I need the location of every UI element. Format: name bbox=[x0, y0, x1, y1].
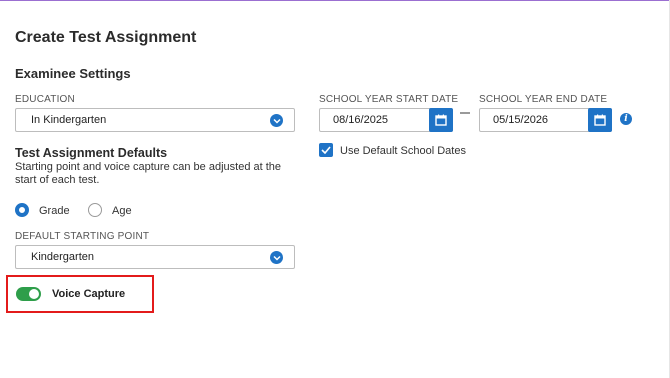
voice-capture-toggle[interactable] bbox=[16, 287, 41, 301]
calendar-icon bbox=[435, 114, 447, 126]
start-date-label: SCHOOL YEAR START DATE bbox=[319, 94, 459, 105]
end-date-label: SCHOOL YEAR END DATE bbox=[479, 94, 608, 105]
voice-capture-label: Voice Capture bbox=[52, 288, 126, 300]
education-label: EDUCATION bbox=[15, 94, 75, 105]
age-radio-label: Age bbox=[112, 205, 132, 217]
examinee-settings-title: Examinee Settings bbox=[15, 66, 131, 81]
starting-point-label: DEFAULT STARTING POINT bbox=[15, 231, 150, 242]
starting-point-select[interactable]: Kindergarten bbox=[15, 245, 295, 269]
window-top-border bbox=[0, 0, 670, 1]
end-date-input[interactable]: 05/15/2026 bbox=[479, 108, 612, 132]
checkmark-icon bbox=[321, 146, 331, 154]
start-date-input[interactable]: 08/16/2025 bbox=[319, 108, 453, 132]
page-title: Create Test Assignment bbox=[15, 29, 197, 46]
use-default-dates-checkbox[interactable] bbox=[319, 143, 333, 157]
start-date-calendar-button[interactable] bbox=[429, 108, 453, 132]
defaults-help-text: Starting point and voice capture can be … bbox=[15, 161, 282, 186]
chevron-down-icon bbox=[270, 114, 283, 127]
date-range-separator bbox=[460, 112, 470, 114]
use-default-dates-label: Use Default School Dates bbox=[340, 145, 466, 157]
end-date-value: 05/15/2026 bbox=[493, 114, 549, 126]
end-date-calendar-button[interactable] bbox=[588, 108, 612, 132]
test-assignment-defaults-title: Test Assignment Defaults bbox=[15, 146, 168, 160]
start-date-value: 08/16/2025 bbox=[333, 114, 389, 126]
calendar-icon bbox=[594, 114, 606, 126]
starting-point-value: Kindergarten bbox=[31, 251, 94, 263]
toggle-knob bbox=[29, 289, 39, 299]
grade-radio[interactable] bbox=[15, 203, 29, 217]
education-select[interactable]: In Kindergarten bbox=[15, 108, 295, 132]
grade-radio-label: Grade bbox=[39, 205, 70, 217]
age-radio[interactable] bbox=[88, 203, 102, 217]
info-icon[interactable]: i bbox=[620, 113, 632, 125]
education-value: In Kindergarten bbox=[31, 114, 107, 126]
chevron-down-icon bbox=[270, 251, 283, 264]
